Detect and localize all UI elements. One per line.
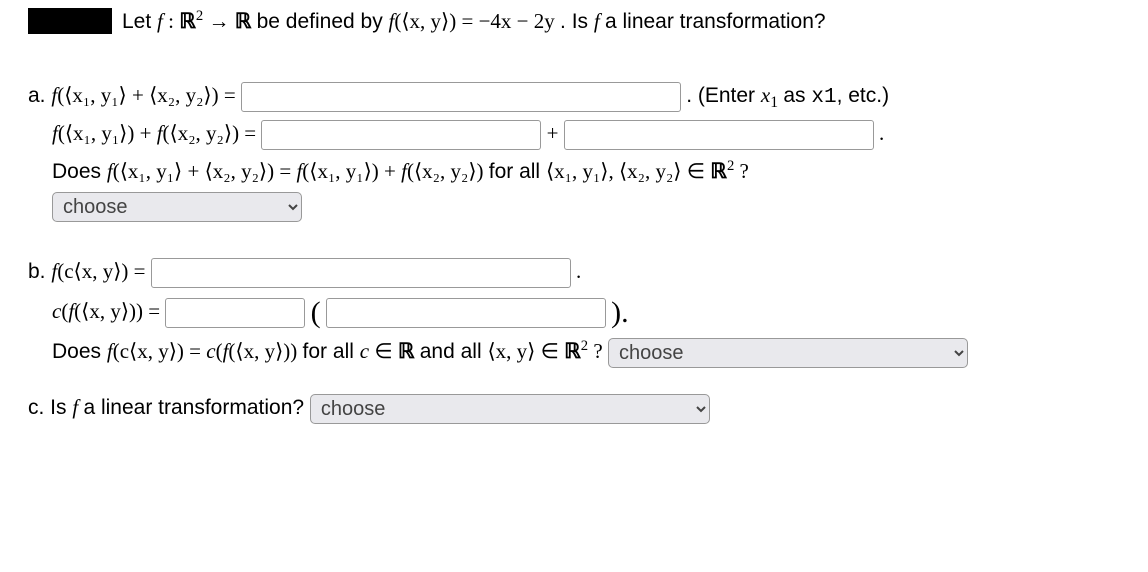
arg: (⟨x, y⟩)): [228, 339, 297, 363]
part-label: c.: [28, 396, 50, 419]
arg: (⟨x₁, y₁⟩ + ⟨x₂, y₂⟩) =: [113, 159, 297, 183]
open: (: [216, 339, 223, 363]
qmark: ?: [740, 159, 749, 183]
text: be defined by: [257, 10, 389, 33]
hint-text: . (Enter: [686, 84, 761, 107]
eq: =: [462, 9, 479, 33]
answer-a-fx1-input[interactable]: [261, 120, 541, 150]
exponent: 2: [727, 158, 734, 174]
text: . Is: [560, 10, 594, 33]
in: ∈: [374, 339, 398, 363]
arg: (⟨x, y⟩)) =: [74, 299, 165, 323]
redacted-block: [28, 8, 112, 34]
arg: (⟨x₁, y₁⟩) +: [58, 121, 157, 145]
answer-b-scalar-input[interactable]: [165, 298, 305, 328]
answer-b-select[interactable]: choose: [608, 338, 968, 368]
text: for all: [303, 340, 360, 363]
answer-b-inner-input[interactable]: [326, 298, 606, 328]
plus: +: [547, 121, 564, 145]
arg: (c⟨x, y⟩) =: [113, 339, 207, 363]
part-label: a.: [28, 84, 51, 107]
part-b-line2: c(f(⟨x, y⟩)) = ( ).: [52, 296, 1120, 330]
part-a-line3: Does f(⟨x₁, y₁⟩ + ⟨x₂, y₂⟩) = f(⟨x₁, y₁⟩…: [52, 158, 1120, 184]
exponent: 2: [196, 8, 203, 24]
part-label: b.: [28, 260, 51, 283]
part-a-select-row: choose: [52, 192, 1120, 222]
text: for all: [489, 160, 546, 183]
text: Does: [52, 160, 107, 183]
part-b: b. f(c⟨x, y⟩) = .: [28, 258, 1120, 288]
text: Is: [50, 396, 72, 419]
big-close-paren: ).: [611, 296, 629, 329]
answer-a-fx2-input[interactable]: [564, 120, 874, 150]
arg: (⟨x₂, y₂⟩) =: [163, 121, 262, 145]
arg: (c⟨x, y⟩) =: [57, 259, 151, 283]
real-symbol: ℝ: [564, 340, 581, 363]
arg: (⟨x₁, y₁⟩) +: [302, 159, 401, 183]
real-symbol: ℝ: [710, 160, 727, 183]
part-b-line3: Does f(c⟨x, y⟩) = c(f(⟨x, y⟩)) for all c…: [52, 338, 1120, 368]
real-symbol: ℝ: [235, 10, 252, 33]
big-open-paren: (: [311, 296, 321, 329]
c-symbol: c: [52, 299, 61, 323]
f-symbol: f: [157, 9, 163, 33]
f-symbol: f: [594, 9, 600, 33]
part-c: c. Is f a linear transformation? choose: [28, 394, 1120, 424]
hint-code: x1: [811, 86, 836, 109]
period: .: [879, 121, 884, 145]
answer-c-select[interactable]: choose: [310, 394, 710, 424]
c-var: c: [360, 339, 369, 363]
hint-text: , etc.): [837, 84, 890, 107]
real-symbol: ℝ: [179, 10, 196, 33]
set: ⟨x₁, y₁⟩, ⟨x₂, y₂⟩ ∈: [546, 159, 710, 183]
text: and all: [420, 340, 488, 363]
answer-b-fc-input[interactable]: [151, 258, 571, 288]
text: :: [168, 9, 179, 33]
answer-a-sum-input[interactable]: [241, 82, 681, 112]
set: ⟨x, y⟩ ∈: [487, 339, 564, 363]
expression: −4x − 2y: [479, 9, 555, 33]
period: .: [576, 259, 581, 283]
text: Let: [122, 10, 157, 33]
problem-statement: Let f : ℝ2 → ℝ be defined by f(⟨x, y⟩) =…: [28, 8, 1120, 34]
answer-a-select[interactable]: choose: [52, 192, 302, 222]
arg: (⟨x₁, y₁⟩ + ⟨x₂, y₂⟩) =: [57, 83, 241, 107]
part-a: a. f(⟨x₁, y₁⟩ + ⟨x₂, y₂⟩) = . (Enter x1 …: [28, 82, 1120, 112]
exponent: 2: [581, 338, 588, 354]
real-symbol: ℝ: [398, 340, 415, 363]
f-symbol: f: [72, 395, 78, 419]
hint-sub: 1: [770, 94, 778, 111]
hint-text: as: [783, 84, 811, 107]
qmark: ?: [593, 339, 608, 363]
text: a linear transformation?: [83, 396, 309, 419]
arg: (⟨x₂, y₂⟩): [407, 159, 484, 183]
text: a linear transformation?: [605, 10, 826, 33]
arrow: →: [208, 9, 234, 33]
arg: (⟨x, y⟩): [394, 9, 456, 33]
hint-var: x: [761, 83, 770, 107]
c-symbol: c: [206, 339, 215, 363]
text: Does: [52, 340, 107, 363]
part-a-line2: f(⟨x₁, y₁⟩) + f(⟨x₂, y₂⟩) = + .: [52, 120, 1120, 150]
